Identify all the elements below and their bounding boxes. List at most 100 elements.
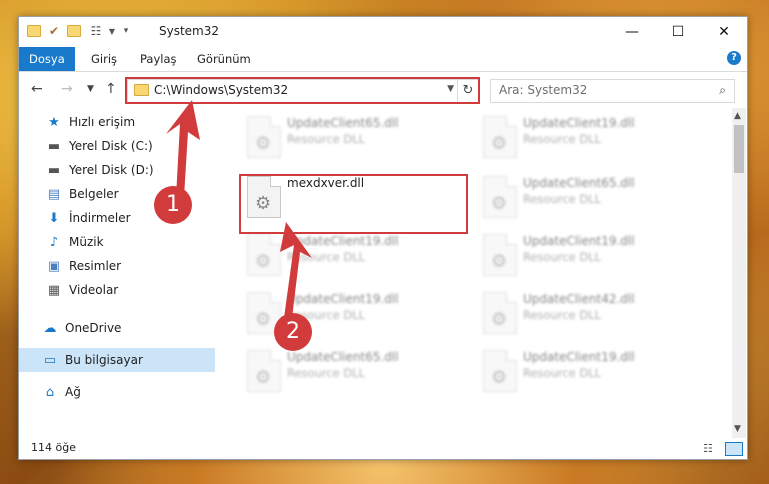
tab-view[interactable]: Görünüm <box>187 47 261 71</box>
nav-label: Bu bilgisayar <box>65 353 143 367</box>
file-item[interactable]: ⚙ UpdateClient65.dll Resource DLL <box>237 346 457 398</box>
folder-icon <box>27 24 41 38</box>
large-icons-view-icon[interactable] <box>725 442 743 456</box>
file-highlight-box <box>239 174 468 234</box>
nav-label: OneDrive <box>65 321 122 335</box>
drive-icon: ▬ <box>47 162 61 178</box>
nav-item-documents[interactable]: ▤ Belgeler 📌 <box>19 182 241 206</box>
drive-icon: ▬ <box>47 138 61 154</box>
search-placeholder: Ara: System32 <box>499 83 588 97</box>
file-explorer-window: ✔ ☷ ▼ ▾ System32 — ☐ ✕ Dosya Giriş Payla… <box>18 16 748 460</box>
file-item[interactable]: ⚙ UpdateClient19.dll Resource DLL <box>473 112 693 164</box>
downloads-icon: ⬇ <box>48 210 60 226</box>
file-name: UpdateClient19.dll <box>287 292 399 306</box>
nav-item-local-disk-d[interactable]: ▬ Yerel Disk (D:) 📌 <box>19 158 241 182</box>
vertical-scrollbar[interactable]: ▲ ▼ <box>732 108 746 438</box>
nav-label: Hızlı erişim <box>69 115 136 129</box>
tab-home[interactable]: Giriş <box>81 47 127 71</box>
file-item[interactable]: ⚙ UpdateClient19.dll Resource DLL <box>237 230 457 282</box>
file-item[interactable]: ⚙ UpdateClient65.dll Resource DLL <box>237 112 457 164</box>
dll-file-icon: ⚙ <box>483 116 517 158</box>
scrollbar-thumb[interactable] <box>734 125 744 173</box>
navigation-pane: ★ Hızlı erişim ▬ Yerel Disk (C:) 📌 ▬ Yer… <box>19 108 237 438</box>
file-description: Resource DLL <box>523 366 602 380</box>
nav-item-music[interactable]: ♪ Müzik 📌 <box>19 230 241 254</box>
file-name: UpdateClient19.dll <box>287 234 399 248</box>
dll-file-icon: ⚙ <box>483 350 517 392</box>
address-highlight-box <box>125 77 480 104</box>
dll-file-icon: ⚙ <box>483 292 517 334</box>
file-item[interactable]: ⚙ UpdateClient19.dll Resource DLL <box>237 288 457 340</box>
file-item[interactable]: ⚙ UpdateClient19.dll Resource DLL <box>473 346 693 398</box>
callout-badge-1: 1 <box>154 186 192 224</box>
file-item[interactable]: ⚙ UpdateClient65.dll Resource DLL <box>473 172 693 224</box>
nav-item-onedrive[interactable]: ☁ OneDrive <box>19 316 237 340</box>
dll-file-icon: ⚙ <box>247 350 281 392</box>
file-description: Resource DLL <box>523 308 602 322</box>
scroll-up-icon[interactable]: ▲ <box>734 111 741 121</box>
pictures-icon: ▣ <box>47 258 61 274</box>
file-item[interactable]: ⚙ UpdateClient19.dll Resource DLL <box>473 230 693 282</box>
nav-label: Resimler <box>69 259 122 273</box>
nav-label: Müzik <box>69 235 104 249</box>
file-name: UpdateClient65.dll <box>523 176 635 190</box>
forward-icon[interactable]: → <box>61 81 73 97</box>
file-name: UpdateClient65.dll <box>287 116 399 130</box>
nav-label: İndirmeler <box>69 211 131 225</box>
details-view-icon[interactable]: ☷ <box>703 442 719 455</box>
search-input[interactable]: Ara: System32 ⌕ <box>490 79 735 103</box>
ribbon: Dosya Giriş Paylaş Görünüm ? <box>19 47 747 72</box>
file-name: UpdateClient19.dll <box>523 350 635 364</box>
file-description: Resource DLL <box>287 366 366 380</box>
nav-item-local-disk-c[interactable]: ▬ Yerel Disk (C:) 📌 <box>19 134 241 158</box>
dll-file-icon: ⚙ <box>483 176 517 218</box>
scroll-down-icon[interactable]: ▼ <box>734 424 741 434</box>
dll-file-icon: ⚙ <box>483 234 517 276</box>
file-name: UpdateClient65.dll <box>287 350 399 364</box>
file-description: Resource DLL <box>287 250 366 264</box>
file-name: UpdateClient19.dll <box>523 116 635 130</box>
chevron-down-icon[interactable]: ▼ <box>105 24 119 38</box>
nav-item-network[interactable]: ⌂ Ağ <box>19 380 237 404</box>
nav-label: Belgeler <box>69 187 119 201</box>
nav-item-pictures[interactable]: ▣ Resimler 📌 <box>19 254 241 278</box>
nav-label: Yerel Disk (C:) <box>69 139 153 153</box>
new-folder-icon[interactable] <box>67 24 81 38</box>
up-icon[interactable]: ↑ <box>105 81 117 97</box>
nav-label: Ağ <box>65 385 81 399</box>
nav-item-this-pc[interactable]: ▭ Bu bilgisayar <box>19 348 237 372</box>
file-description: Resource DLL <box>523 132 602 146</box>
maximize-button[interactable]: ☐ <box>655 17 701 47</box>
nav-item-downloads[interactable]: ⬇ İndirmeler 📌 <box>19 206 241 230</box>
back-icon[interactable]: ← <box>31 81 43 97</box>
file-description: Resource DLL <box>523 250 602 264</box>
nav-item-quick-access[interactable]: ★ Hızlı erişim <box>19 110 241 134</box>
window-title: System32 <box>159 24 220 38</box>
documents-icon: ▤ <box>47 186 61 202</box>
music-icon: ♪ <box>49 234 59 250</box>
status-bar: 114 öğe ☷ <box>19 438 747 458</box>
videos-icon: ▦ <box>47 282 61 298</box>
minimize-button[interactable]: — <box>609 17 655 47</box>
item-count: 114 öğe <box>31 441 76 454</box>
customize-toolbar-icon[interactable]: ☷ <box>89 24 103 38</box>
dll-file-icon: ⚙ <box>247 234 281 276</box>
quick-access-toolbar-icon[interactable]: ▾ <box>119 24 133 38</box>
tab-file[interactable]: Dosya <box>19 47 75 71</box>
dll-file-icon: ⚙ <box>247 116 281 158</box>
nav-item-videos[interactable]: ▦ Videolar 📌 <box>19 278 241 302</box>
tab-share[interactable]: Paylaş <box>130 47 187 71</box>
recent-locations-icon[interactable]: ▼ <box>87 84 94 94</box>
properties-icon[interactable]: ✔ <box>47 24 61 38</box>
file-description: Resource DLL <box>287 132 366 146</box>
cloud-icon: ☁ <box>43 320 57 336</box>
title-bar: ✔ ☷ ▼ ▾ System32 — ☐ ✕ <box>19 17 747 47</box>
search-icon[interactable]: ⌕ <box>719 83 726 98</box>
callout-badge-2: 2 <box>274 313 312 351</box>
help-icon[interactable]: ? <box>727 51 741 65</box>
address-row: ← → ▼ ↑ C:\Windows\System32 ▼ ↻ Ara: Sys… <box>19 72 747 108</box>
star-icon: ★ <box>48 114 60 130</box>
file-item[interactable]: ⚙ UpdateClient42.dll Resource DLL <box>473 288 693 340</box>
close-button[interactable]: ✕ <box>701 17 747 47</box>
file-name: UpdateClient19.dll <box>523 234 635 248</box>
